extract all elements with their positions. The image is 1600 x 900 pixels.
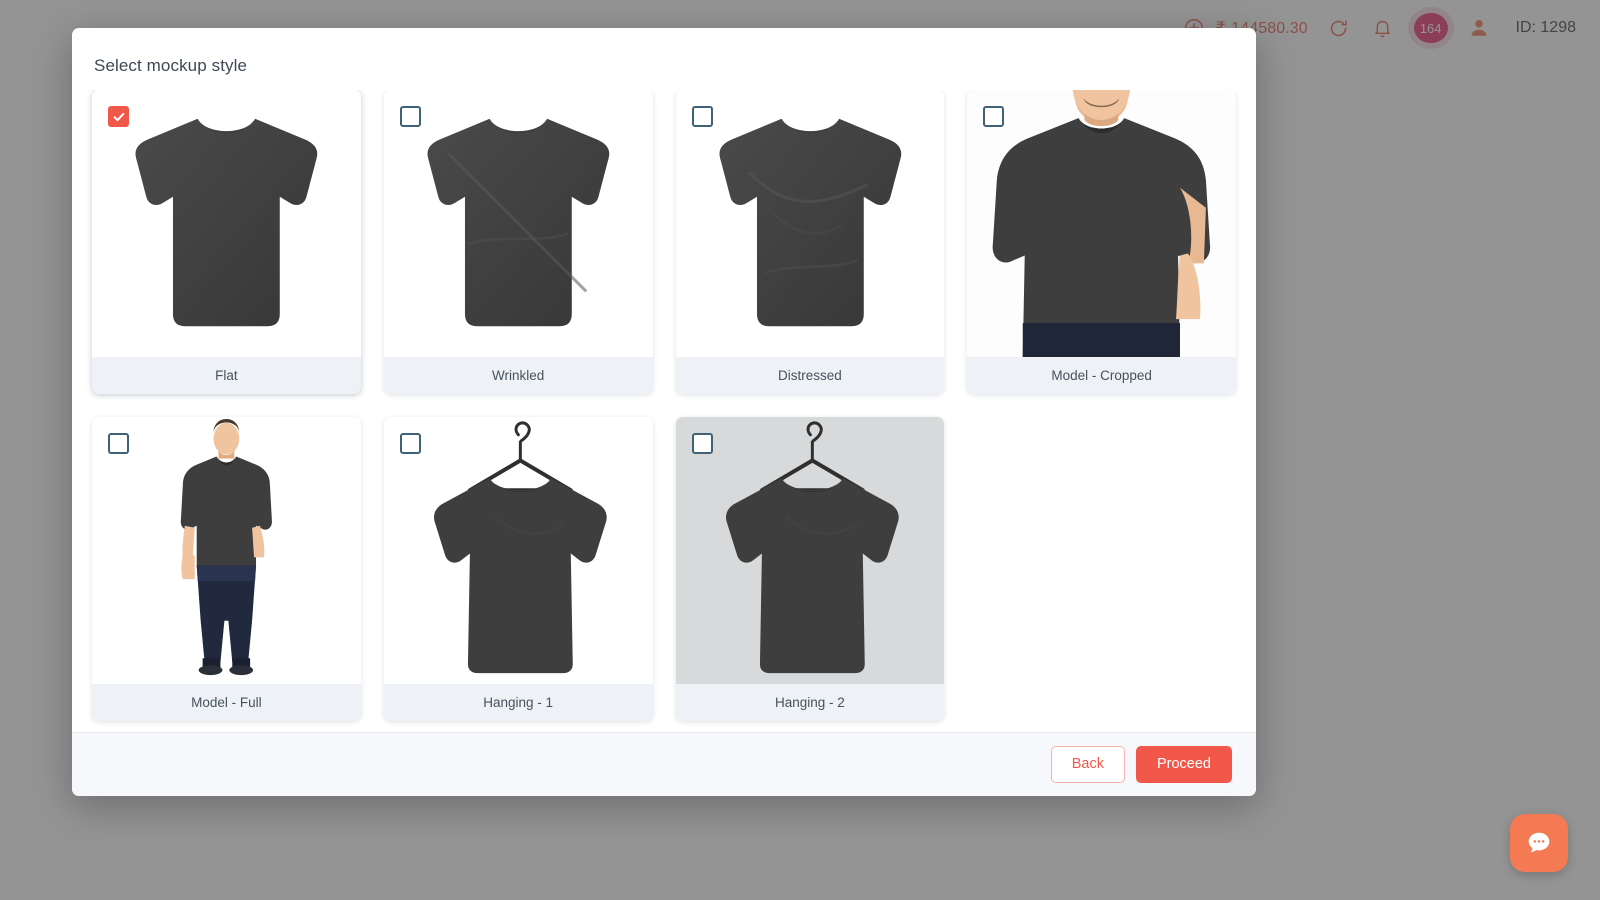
mockup-thumbnail [383, 417, 653, 684]
mockup-card-label: Distressed [675, 357, 945, 394]
back-button[interactable]: Back [1050, 745, 1125, 784]
mockup-checkbox[interactable] [108, 433, 129, 454]
mockup-checkbox[interactable] [691, 433, 713, 454]
mockup-thumbnail [92, 90, 361, 357]
mockup-card-label: Hanging - 2 [675, 684, 945, 721]
mockup-checkbox[interactable] [399, 433, 421, 454]
mockup-thumbnail [675, 417, 945, 684]
mockup-thumbnail [383, 90, 653, 357]
chat-bubble-icon[interactable] [1510, 814, 1568, 872]
mockup-checkbox[interactable] [399, 106, 421, 127]
mockup-card[interactable]: Hanging - 2 [675, 417, 945, 721]
mockup-card[interactable]: Hanging - 1 [383, 417, 653, 721]
mockup-card-label: Flat [92, 357, 361, 394]
mockup-card-grid: Flat Wrinkled Distressed Model - Cropped [92, 90, 1236, 721]
mockup-thumbnail [675, 90, 945, 357]
mockup-card[interactable]: Wrinkled [383, 90, 653, 394]
mockup-checkbox[interactable] [108, 106, 129, 127]
mockup-card-label: Wrinkled [383, 357, 653, 394]
mockup-card[interactable]: Distressed [675, 90, 945, 394]
mockup-card[interactable]: Model - Cropped [967, 90, 1236, 394]
mockup-checkbox[interactable] [691, 106, 713, 127]
mockup-card-label: Model - Full [92, 684, 361, 721]
mockup-card[interactable]: Flat [92, 90, 361, 394]
mockup-checkbox[interactable] [983, 106, 1005, 127]
mockup-thumbnail [92, 417, 361, 684]
mockup-card-label: Hanging - 1 [383, 684, 653, 721]
dialog-footer: Back Proceed [72, 732, 1256, 796]
mockup-thumbnail [967, 90, 1236, 357]
mockup-card-label: Model - Cropped [967, 357, 1236, 394]
proceed-button[interactable]: Proceed [1135, 745, 1232, 784]
dialog-title: Select mockup style [94, 56, 248, 75]
mockup-style-dialog: Select mockup style Flat Wrinkled Distre… [72, 28, 1256, 796]
dialog-body: Flat Wrinkled Distressed Model - Cropped [72, 90, 1256, 732]
mockup-card[interactable]: Model - Full [92, 417, 361, 721]
